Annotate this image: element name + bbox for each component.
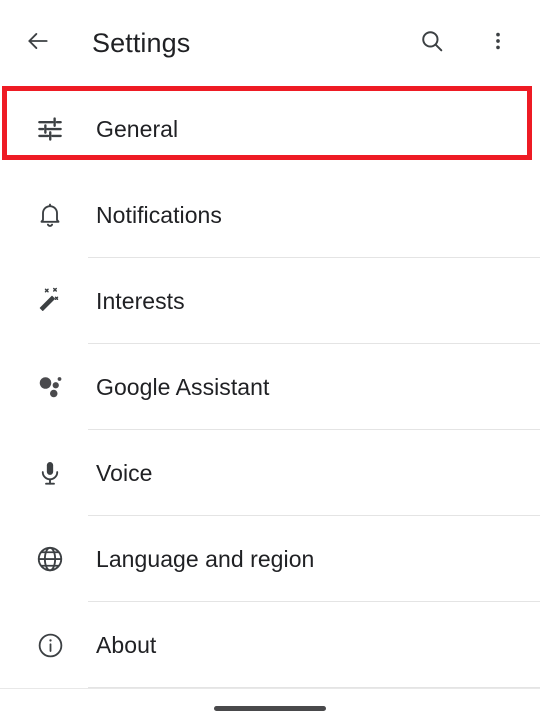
back-arrow-icon xyxy=(25,28,51,59)
list-item-label: Google Assistant xyxy=(96,373,270,400)
app-bar-actions xyxy=(412,23,518,63)
back-button[interactable] xyxy=(16,21,60,65)
system-navigation-bar xyxy=(0,688,540,721)
list-item-general[interactable]: General xyxy=(0,86,540,172)
list-item-google-assistant[interactable]: Google Assistant xyxy=(0,344,540,430)
list-item-notifications[interactable]: Notifications xyxy=(0,172,540,258)
magic-wand-icon xyxy=(30,281,70,321)
overflow-menu-button[interactable] xyxy=(478,23,518,63)
more-vert-icon xyxy=(487,30,509,57)
page-title: Settings xyxy=(92,27,191,58)
search-icon xyxy=(419,28,445,59)
list-item-label: Voice xyxy=(96,459,153,486)
globe-icon xyxy=(30,539,70,579)
settings-screen: Settings General Notifications Interests… xyxy=(0,0,540,721)
search-button[interactable] xyxy=(412,23,452,63)
list-item-label: Language and region xyxy=(96,545,315,572)
info-icon xyxy=(30,625,70,665)
bell-icon xyxy=(30,195,70,235)
list-item-language-and-region[interactable]: Language and region xyxy=(0,516,540,602)
list-item-label: Notifications xyxy=(96,201,222,228)
list-item-voice[interactable]: Voice xyxy=(0,430,540,516)
list-item-interests[interactable]: Interests xyxy=(0,258,540,344)
tune-icon xyxy=(30,109,70,149)
assistant-icon xyxy=(30,367,70,407)
list-item-label: Interests xyxy=(96,287,185,314)
list-item-label: About xyxy=(96,631,157,658)
home-indicator[interactable] xyxy=(214,705,326,711)
microphone-icon xyxy=(30,453,70,493)
list-item-about[interactable]: About xyxy=(0,602,540,688)
list-item-label: General xyxy=(96,115,179,142)
settings-list: General Notifications Interests Google A… xyxy=(0,86,540,688)
app-bar: Settings xyxy=(0,0,540,86)
